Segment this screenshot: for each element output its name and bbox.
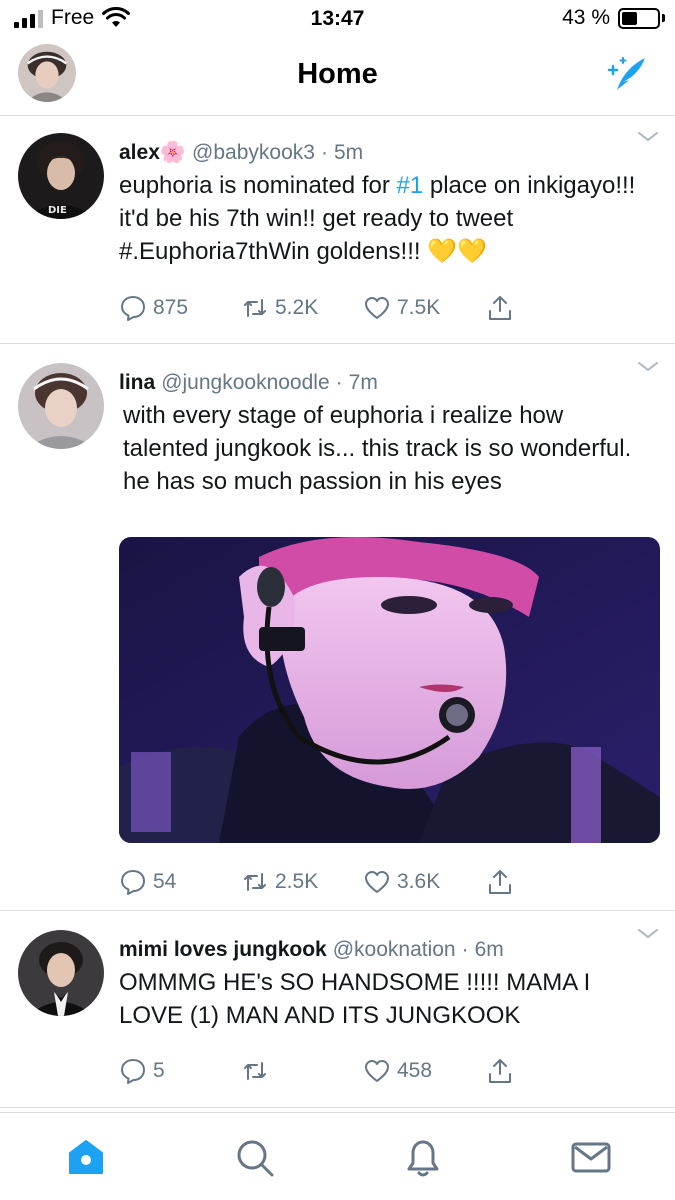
display-name[interactable]: alex [119,141,160,165]
reply-button[interactable]: 5 [119,1057,241,1085]
tweet-actions: 875 5.2K 7.5K [119,293,607,323]
timestamp: 6m [474,938,504,961]
retweet-count: 5.2K [275,296,319,319]
status-bar: Free 13:47 43 % [0,0,675,38]
timestamp: 5m [333,141,364,164]
tweet[interactable]: mimi loves jungkook @kooknation · 6m OMM… [0,912,675,1108]
compose-feather-icon[interactable] [603,54,649,94]
reply-button[interactable]: 875 [119,294,241,322]
avatar[interactable] [18,930,104,1016]
tweet[interactable]: lina @jungkooknoodle · 7m with every sta… [0,345,675,911]
name-emoji: 🌸 [159,141,187,164]
tweet-header: lina @jungkooknoodle · 7m [119,371,655,395]
retweet-button[interactable]: 2.5K [241,868,363,896]
battery-percent: 43 % [562,6,610,29]
bell-icon [407,1140,439,1177]
like-button[interactable]: 458 [363,1057,485,1085]
share-button[interactable] [485,293,607,323]
share-icon [489,870,511,894]
retweet-count: 2.5K [275,870,319,893]
timestamp: 7m [348,371,378,394]
hashtag-link[interactable]: #1 [397,172,424,199]
share-button[interactable] [485,867,607,897]
tweet-actions: 54 2.5K 3.6K [119,867,607,897]
tweet-text: euphoria is nominated for #1 place on in… [119,169,655,268]
reply-count: 875 [153,296,189,319]
battery-icon [618,7,660,29]
svg-text:DIE: DIE [48,205,67,216]
tweet-text-part: euphoria is nominated for [119,172,397,199]
separator-dot: · [335,371,343,394]
speech-bubble-icon [121,296,145,321]
like-count: 458 [397,1059,433,1082]
like-button[interactable]: 3.6K [363,868,485,896]
tab-home[interactable] [64,1135,108,1179]
tweet-media-image[interactable] [119,537,660,843]
speech-bubble-icon [121,1059,145,1084]
tweet-actions: 5 458 [119,1056,607,1086]
share-icon [489,1059,511,1083]
avatar[interactable] [18,363,104,449]
separator-dot: · [461,938,469,961]
share-icon [489,296,511,320]
handle[interactable]: @jungkooknoodle [161,371,329,395]
search-icon [237,1140,274,1177]
tweet-body: lina @jungkooknoodle · 7m with every sta… [119,371,655,498]
reply-button[interactable]: 54 [119,868,241,896]
share-button[interactable] [485,1056,607,1086]
retweet-icon [244,299,266,317]
tweet-body: alex 🌸 @babykook3 · 5m euphoria is nomin… [119,141,655,268]
reply-count: 54 [153,870,177,893]
photo [119,537,660,843]
tab-notifications[interactable] [401,1135,445,1179]
heart-icon [365,297,389,319]
tweet-text: with every stage of euphoria i realize h… [123,402,632,495]
like-button[interactable]: 7.5K [363,294,485,322]
retweet-button[interactable] [241,1057,363,1085]
separator-dot: · [320,141,328,164]
tweet-body: mimi loves jungkook @kooknation · 6m OMM… [119,938,655,1032]
bottom-tab-bar [0,1112,675,1200]
retweet-button[interactable]: 5.2K [241,294,363,322]
heart-icon [365,1060,389,1082]
tab-messages[interactable] [569,1135,613,1179]
avatar[interactable]: DIE [18,133,104,219]
status-right: 43 % [562,6,665,30]
tweet-text: OMMMG HE's SO HANDSOME !!!!! MAMA I LOVE… [119,969,591,1029]
handle[interactable]: @kooknation [333,938,456,962]
home-icon [69,1140,103,1174]
mail-icon [571,1142,611,1173]
reply-count: 5 [153,1059,165,1082]
like-count: 3.6K [397,870,441,893]
top-nav-bar: Home [0,38,675,116]
battery-tip [662,14,665,22]
display-name[interactable]: lina [119,371,155,395]
retweet-icon [244,873,266,891]
page-title: Home [297,58,378,90]
display-name[interactable]: mimi loves jungkook [119,938,327,962]
heart-icon [365,871,389,893]
retweet-icon [244,1062,266,1080]
tweet-header: alex 🌸 @babykook3 · 5m [119,141,655,165]
battery-fill [622,11,637,25]
handle[interactable]: @babykook3 [192,141,315,165]
speech-bubble-icon [121,870,145,895]
like-count: 7.5K [397,296,441,319]
tweet-header: mimi loves jungkook @kooknation · 6m [119,938,655,962]
tweet[interactable]: DIE alex 🌸 @babykook3 · 5m euphoria is n… [0,117,675,344]
tab-search[interactable] [232,1135,276,1179]
